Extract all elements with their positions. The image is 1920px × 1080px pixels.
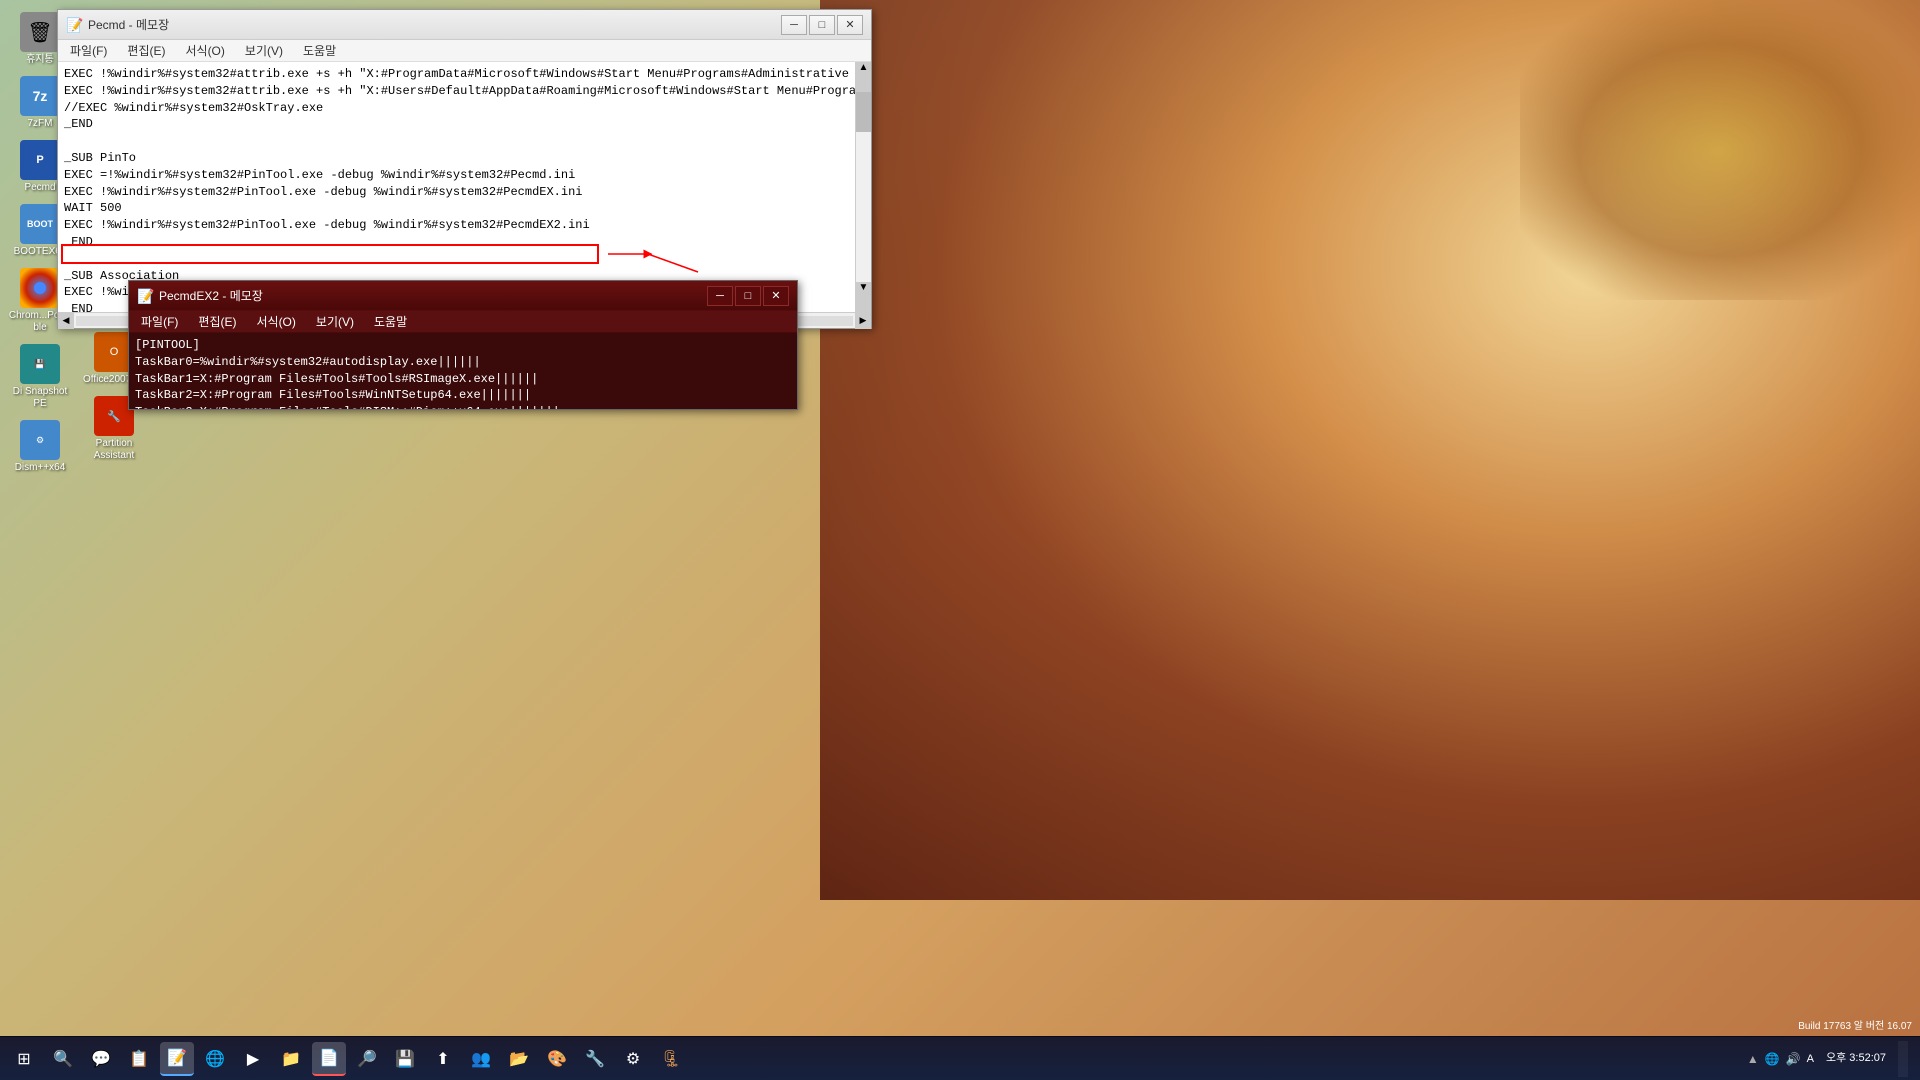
start-button[interactable]: ⊞ xyxy=(4,1041,44,1077)
taskbar-upload-button[interactable]: ⬆ xyxy=(426,1042,460,1076)
tray-icon-1[interactable]: ▲ xyxy=(1747,1052,1759,1066)
taskbar-cortana-button[interactable]: 💬 xyxy=(84,1042,118,1076)
pecmd-menu-file[interactable]: 파일(F) xyxy=(62,40,115,61)
recycle-label: 휴지통 xyxy=(26,54,54,66)
pecmdex2-menu-format[interactable]: 서식(O) xyxy=(248,311,303,332)
pecmdex2-window-controls: ─ □ ✕ xyxy=(707,286,789,306)
7zfm-icon: 7z xyxy=(20,76,60,116)
partition-label: Partition Assistant xyxy=(82,438,146,462)
dismx64-label: Dism++x64 xyxy=(15,462,66,474)
pecmdex2-maximize-button[interactable]: □ xyxy=(735,286,761,306)
pecmd-title: Pecmd - 메모장 xyxy=(88,16,781,33)
taskbar-active-task-button[interactable]: 📄 xyxy=(312,1042,346,1076)
taskbar-taskview-button[interactable]: 📋 xyxy=(122,1042,156,1076)
pecmdex2-titlebar[interactable]: 📝 PecmdEX2 - 메모장 ─ □ ✕ xyxy=(129,281,797,311)
desktop-icon-disksnap[interactable]: 💾 Di Snapshot PE xyxy=(4,340,76,414)
taskbar-users-button[interactable]: 👥 xyxy=(464,1042,498,1076)
pecmdex2-minimize-button[interactable]: ─ xyxy=(707,286,733,306)
pecmd-menu-view[interactable]: 보기(V) xyxy=(237,40,291,61)
pecmdex2-close-button[interactable]: ✕ xyxy=(763,286,789,306)
taskbar-ie-button[interactable]: 🌐 xyxy=(198,1042,232,1076)
pecmd-maximize-button[interactable]: □ xyxy=(809,15,835,35)
recycle-icon: 🗑 xyxy=(20,12,60,52)
pecmd-window-controls: ─ □ ✕ xyxy=(781,15,863,35)
pecmd-icon: P xyxy=(20,140,60,180)
taskbar-color-button[interactable]: 🎨 xyxy=(540,1042,574,1076)
pecmd-text-content: EXEC !%windir%#system32#attrib.exe +s +h… xyxy=(58,62,871,312)
taskbar-media-button[interactable]: ▶ xyxy=(236,1042,270,1076)
7zfm-label: 7zFM xyxy=(28,118,53,130)
taskbar-folder2-button[interactable]: 📂 xyxy=(502,1042,536,1076)
pecmd-minimize-button[interactable]: ─ xyxy=(781,15,807,35)
pecmd-close-button[interactable]: ✕ xyxy=(837,15,863,35)
pecmdex2-menubar: 파일(F) 편집(E) 서식(O) 보기(V) 도움말 xyxy=(129,311,797,333)
language-indicator[interactable]: A xyxy=(1807,1053,1814,1065)
pecmdex2-title: PecmdEX2 - 메모장 xyxy=(159,287,707,304)
tray-icons: ▲ 🌐 🔊 A xyxy=(1747,1052,1814,1066)
network-icon[interactable]: 🌐 xyxy=(1765,1052,1780,1066)
pecmd-menu-format[interactable]: 서식(O) xyxy=(177,40,232,61)
pecmd-menu-help[interactable]: 도움말 xyxy=(295,40,344,61)
bootex64-icon: BOOT xyxy=(20,204,60,244)
pecmdex2-menu-view[interactable]: 보기(V) xyxy=(308,311,362,332)
pecmdex2-app-icon: 📝 xyxy=(137,288,153,304)
disksnap-icon: 💾 xyxy=(20,344,60,384)
pecmd-content-area: EXEC !%windir%#system32#attrib.exe +s +h… xyxy=(58,62,871,312)
pecmd-menubar: 파일(F) 편집(E) 서식(O) 보기(V) 도움말 xyxy=(58,40,871,62)
pecmdex2-menu-file[interactable]: 파일(F) xyxy=(133,311,186,332)
pecmd-scrollbar[interactable]: ▲ ▼ xyxy=(855,62,871,312)
disksnap-label: Di Snapshot PE xyxy=(8,386,72,410)
dismx64-icon: ⚙ xyxy=(20,420,60,460)
system-clock[interactable]: 오후 3:52:07 xyxy=(1818,1051,1894,1066)
taskbar-notepad-button[interactable]: 📝 xyxy=(160,1042,194,1076)
pecmd-label: Pecmd xyxy=(24,182,55,194)
desktop: 🗑 휴지통 7z 7zFM P Pecmd BOOT BOOTEX64 xyxy=(0,0,1920,1080)
system-tray: ▲ 🌐 🔊 A 오후 3:52:07 xyxy=(1747,1041,1916,1077)
taskbar-search2-button[interactable]: 🔎 xyxy=(350,1042,384,1076)
taskbar-zip-button[interactable]: 🗜 xyxy=(654,1042,688,1076)
taskbar-save-button[interactable]: 💾 xyxy=(388,1042,422,1076)
taskbar-tools-button[interactable]: 🔧 xyxy=(578,1042,612,1076)
show-desktop-button[interactable] xyxy=(1898,1041,1908,1077)
chrome-icon xyxy=(20,268,60,308)
pecmd-menu-edit[interactable]: 편집(E) xyxy=(119,40,173,61)
wallpaper xyxy=(820,0,1920,900)
desktop-icon-dismx64[interactable]: ⚙ Dism++x64 xyxy=(4,416,76,478)
pecmdex2-content-area: [PINTOOL] TaskBar0=%windir%#system32#aut… xyxy=(129,333,797,409)
notepad-app-icon: 📝 xyxy=(66,17,82,33)
pecmdex2-text-content: [PINTOOL] TaskBar0=%windir%#system32#aut… xyxy=(129,333,797,409)
taskbar-gear-button[interactable]: ⚙ xyxy=(616,1042,650,1076)
taskbar: ⊞ 🔍 💬 📋 📝 🌐 ▶ 📁 📄 xyxy=(0,1036,1920,1080)
pecmdex2-window: 📝 PecmdEX2 - 메모장 ─ □ ✕ 파일(F) 편집(E) 서식(O)… xyxy=(128,280,798,410)
taskbar-search-button[interactable]: 🔍 xyxy=(46,1042,80,1076)
volume-icon[interactable]: 🔊 xyxy=(1786,1052,1801,1066)
taskbar-files-button[interactable]: 📁 xyxy=(274,1042,308,1076)
pecmdex2-menu-edit[interactable]: 편집(E) xyxy=(190,311,244,332)
clock-time: 오후 3:52:07 xyxy=(1826,1051,1886,1066)
pecmdex2-menu-help[interactable]: 도움말 xyxy=(366,311,415,332)
build-info: Build 17763 알 버전 16.07 xyxy=(1798,1017,1912,1032)
pecmd-titlebar[interactable]: 📝 Pecmd - 메모장 ─ □ ✕ xyxy=(58,10,871,40)
